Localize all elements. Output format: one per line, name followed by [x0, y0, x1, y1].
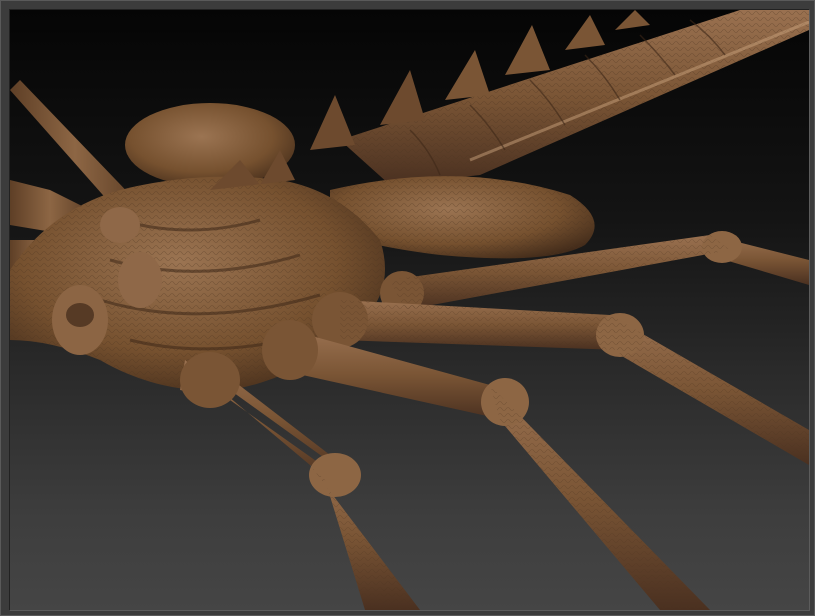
window-frame — [0, 0, 815, 616]
tail — [310, 10, 809, 185]
3d-viewport[interactable] — [9, 9, 810, 611]
sculpt-model — [10, 10, 809, 610]
